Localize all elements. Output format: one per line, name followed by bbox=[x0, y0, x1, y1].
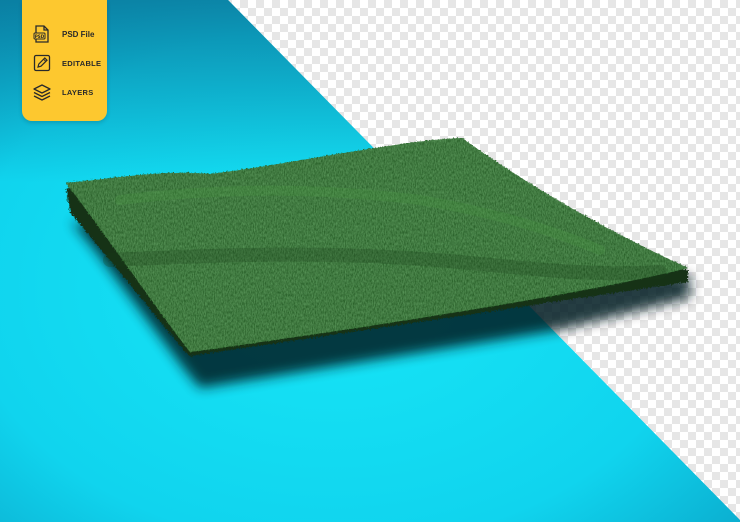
feature-badge: PSD PSD File EDITABLE LAYERS bbox=[22, 0, 107, 121]
svg-text:PSD: PSD bbox=[35, 34, 45, 39]
scene-canvas bbox=[0, 0, 740, 522]
badge-item-editable: EDITABLE bbox=[32, 52, 101, 74]
badge-item-layers: LAYERS bbox=[32, 81, 94, 103]
layers-icon bbox=[33, 84, 51, 101]
badge-label-editable: EDITABLE bbox=[62, 58, 102, 68]
pencil-edit-icon bbox=[33, 54, 51, 72]
badge-item-psd: PSD PSD File bbox=[32, 23, 94, 45]
badge-label-psd: PSD File bbox=[62, 29, 95, 39]
psd-file-icon: PSD bbox=[33, 25, 49, 43]
badge-label-layers: LAYERS bbox=[62, 87, 94, 97]
